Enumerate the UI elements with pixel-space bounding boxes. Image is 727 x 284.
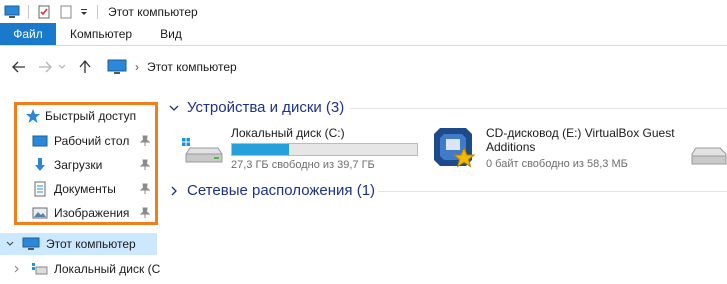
sidebar-item-label: Изображения xyxy=(54,206,130,220)
this-pc-icon xyxy=(107,59,127,74)
sidebar-item-label: Рабочий стол xyxy=(54,134,130,148)
drive-name-line1: CD-дисковод (E:) VirtualBox Guest xyxy=(486,126,675,140)
properties-icon[interactable] xyxy=(37,5,51,19)
chevron-right-icon xyxy=(171,186,177,195)
documents-icon xyxy=(34,181,46,197)
chevron-right-icon[interactable] xyxy=(14,265,20,273)
this-pc-icon xyxy=(22,237,40,250)
navigation-pane: Быстрый доступ Рабочий стол Загрузки Док… xyxy=(0,96,160,284)
window-title: Этот компьютер xyxy=(108,4,198,19)
tab-view[interactable]: Вид xyxy=(146,23,196,45)
chevron-down-icon xyxy=(169,105,179,111)
back-arrow-icon xyxy=(12,61,25,73)
sidebar-item-local-disk[interactable]: Локальный диск (C xyxy=(14,258,160,280)
drive-local-disk-c[interactable]: Локальный диск (C:) 27,3 ГБ свободно из … xyxy=(178,124,418,171)
address-current[interactable]: Этот компьютер xyxy=(147,60,237,74)
drive-free-space: 0 байт свободно из 58,3 МБ xyxy=(486,158,628,170)
drive-name-line2: Additions xyxy=(486,140,536,154)
sidebar-item-downloads[interactable]: Загрузки xyxy=(32,154,156,176)
pin-icon[interactable] xyxy=(140,207,150,219)
drive-free-space: 27,3 ГБ свободно из 39,7 ГБ xyxy=(231,159,375,171)
pictures-icon xyxy=(32,207,48,219)
sidebar-item-quick-access[interactable]: Быстрый доступ xyxy=(25,105,136,127)
back-button[interactable] xyxy=(8,56,30,78)
sidebar-item-label: Загрузки xyxy=(54,158,103,172)
path-separator[interactable]: › xyxy=(135,60,139,74)
this-pc-icon xyxy=(4,5,20,18)
sidebar-item-this-pc[interactable]: Этот компьютер xyxy=(6,233,136,255)
group-header-devices[interactable]: Устройства и диски (3) xyxy=(167,99,344,116)
group-label: Сетевые расположения (1) xyxy=(187,182,376,199)
recent-locations-button[interactable] xyxy=(56,56,68,78)
forward-arrow-icon xyxy=(39,61,52,73)
pin-icon[interactable] xyxy=(140,135,150,147)
downloads-icon xyxy=(35,158,45,171)
virtualbox-cd-icon xyxy=(434,128,476,168)
up-arrow-icon xyxy=(79,60,91,73)
quick-access-toolbar-dropdown-icon[interactable] xyxy=(79,7,89,17)
title-separator-2 xyxy=(97,4,98,19)
forward-button[interactable] xyxy=(34,56,56,78)
ribbon-tabs: Файл Компьютер Вид xyxy=(0,23,727,46)
drive-icon xyxy=(691,147,727,165)
title-separator xyxy=(28,4,29,19)
navigation-bar: › Этот компьютер xyxy=(0,47,727,87)
sidebar-item-label: Быстрый доступ xyxy=(45,109,137,123)
drive-usage-bar xyxy=(231,143,418,156)
chevron-down-icon xyxy=(58,64,66,69)
sidebar-item-documents[interactable]: Документы xyxy=(32,178,156,200)
tab-file[interactable]: Файл xyxy=(0,23,56,45)
group-label: Устройства и диски (3) xyxy=(187,99,345,116)
sidebar-item-desktop[interactable]: Рабочий стол xyxy=(32,130,156,152)
sidebar-item-label: Локальный диск (C xyxy=(54,262,161,276)
title-bar: Этот компьютер xyxy=(0,0,727,23)
up-button[interactable] xyxy=(74,56,96,78)
chevron-down-icon[interactable] xyxy=(6,240,14,248)
drive-cd-e[interactable]: CD-дисковод (E:) VirtualBox Guest Additi… xyxy=(430,124,675,172)
pin-icon[interactable] xyxy=(140,159,150,171)
drive-icon xyxy=(182,138,223,163)
sidebar-item-pictures[interactable]: Изображения xyxy=(32,202,156,224)
pin-icon[interactable] xyxy=(140,183,150,195)
sidebar-item-label: Этот компьютер xyxy=(46,237,136,251)
drive-usage-fill xyxy=(232,144,290,155)
desktop-icon xyxy=(32,135,48,147)
group-header-network[interactable]: Сетевые расположения (1) xyxy=(167,182,375,199)
tab-computer[interactable]: Компьютер xyxy=(56,23,146,45)
group-divider xyxy=(350,108,727,109)
drive-name: Локальный диск (C:) xyxy=(231,126,345,140)
new-folder-icon[interactable] xyxy=(59,5,73,19)
group-divider xyxy=(378,191,727,192)
drive-third-partial[interactable] xyxy=(690,138,727,168)
drive-icon xyxy=(32,263,48,275)
address-bar[interactable]: › Этот компьютер xyxy=(103,55,727,79)
star-icon xyxy=(26,109,40,123)
sidebar-item-label: Документы xyxy=(54,182,116,196)
